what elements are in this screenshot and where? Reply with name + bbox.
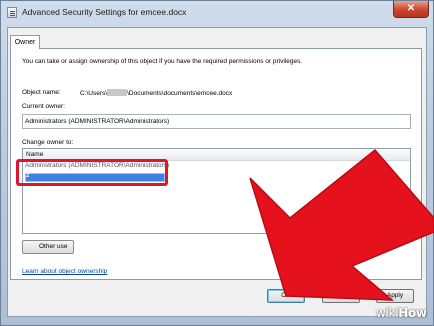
cancel-button[interactable]: Cancel <box>322 289 360 303</box>
ok-button[interactable]: OK <box>267 289 305 303</box>
window-title: Advanced Security Settings for emcee.doc… <box>22 7 187 17</box>
wikihow-watermark: wikiHow <box>376 306 427 320</box>
other-users-button[interactable]: Other use <box>22 240 74 254</box>
object-name-prefix: C:\Users\ <box>80 90 108 97</box>
watermark-wiki: wiki <box>376 306 399 320</box>
title-bar[interactable]: Advanced Security Settings for emcee.doc… <box>1 1 433 25</box>
red-highlight-annotation <box>16 159 168 186</box>
object-name-suffix: \Documents\documents\emcee.docx <box>127 90 233 97</box>
object-name-value: C:\Users\ \Documents\documents\emcee.docx <box>80 89 232 97</box>
document-icon <box>7 7 17 18</box>
apply-button[interactable]: Apply <box>376 289 414 303</box>
current-owner-field: Administrators (ADMINISTRATOR\Administra… <box>22 114 411 129</box>
change-owner-label: Change owner to: <box>22 139 74 146</box>
current-owner-label: Current owner: <box>22 103 65 110</box>
object-name-label: Object name: <box>22 89 61 96</box>
learn-ownership-link[interactable]: Learn about object ownership <box>22 268 107 275</box>
close-icon: ✕ <box>406 3 416 14</box>
tab-owner[interactable]: Owner <box>10 35 40 49</box>
intro-text: You can take or assign ownership of this… <box>22 58 303 65</box>
close-button[interactable]: ✕ <box>393 1 429 18</box>
redacted-username <box>107 89 128 96</box>
watermark-how: How <box>398 306 427 320</box>
